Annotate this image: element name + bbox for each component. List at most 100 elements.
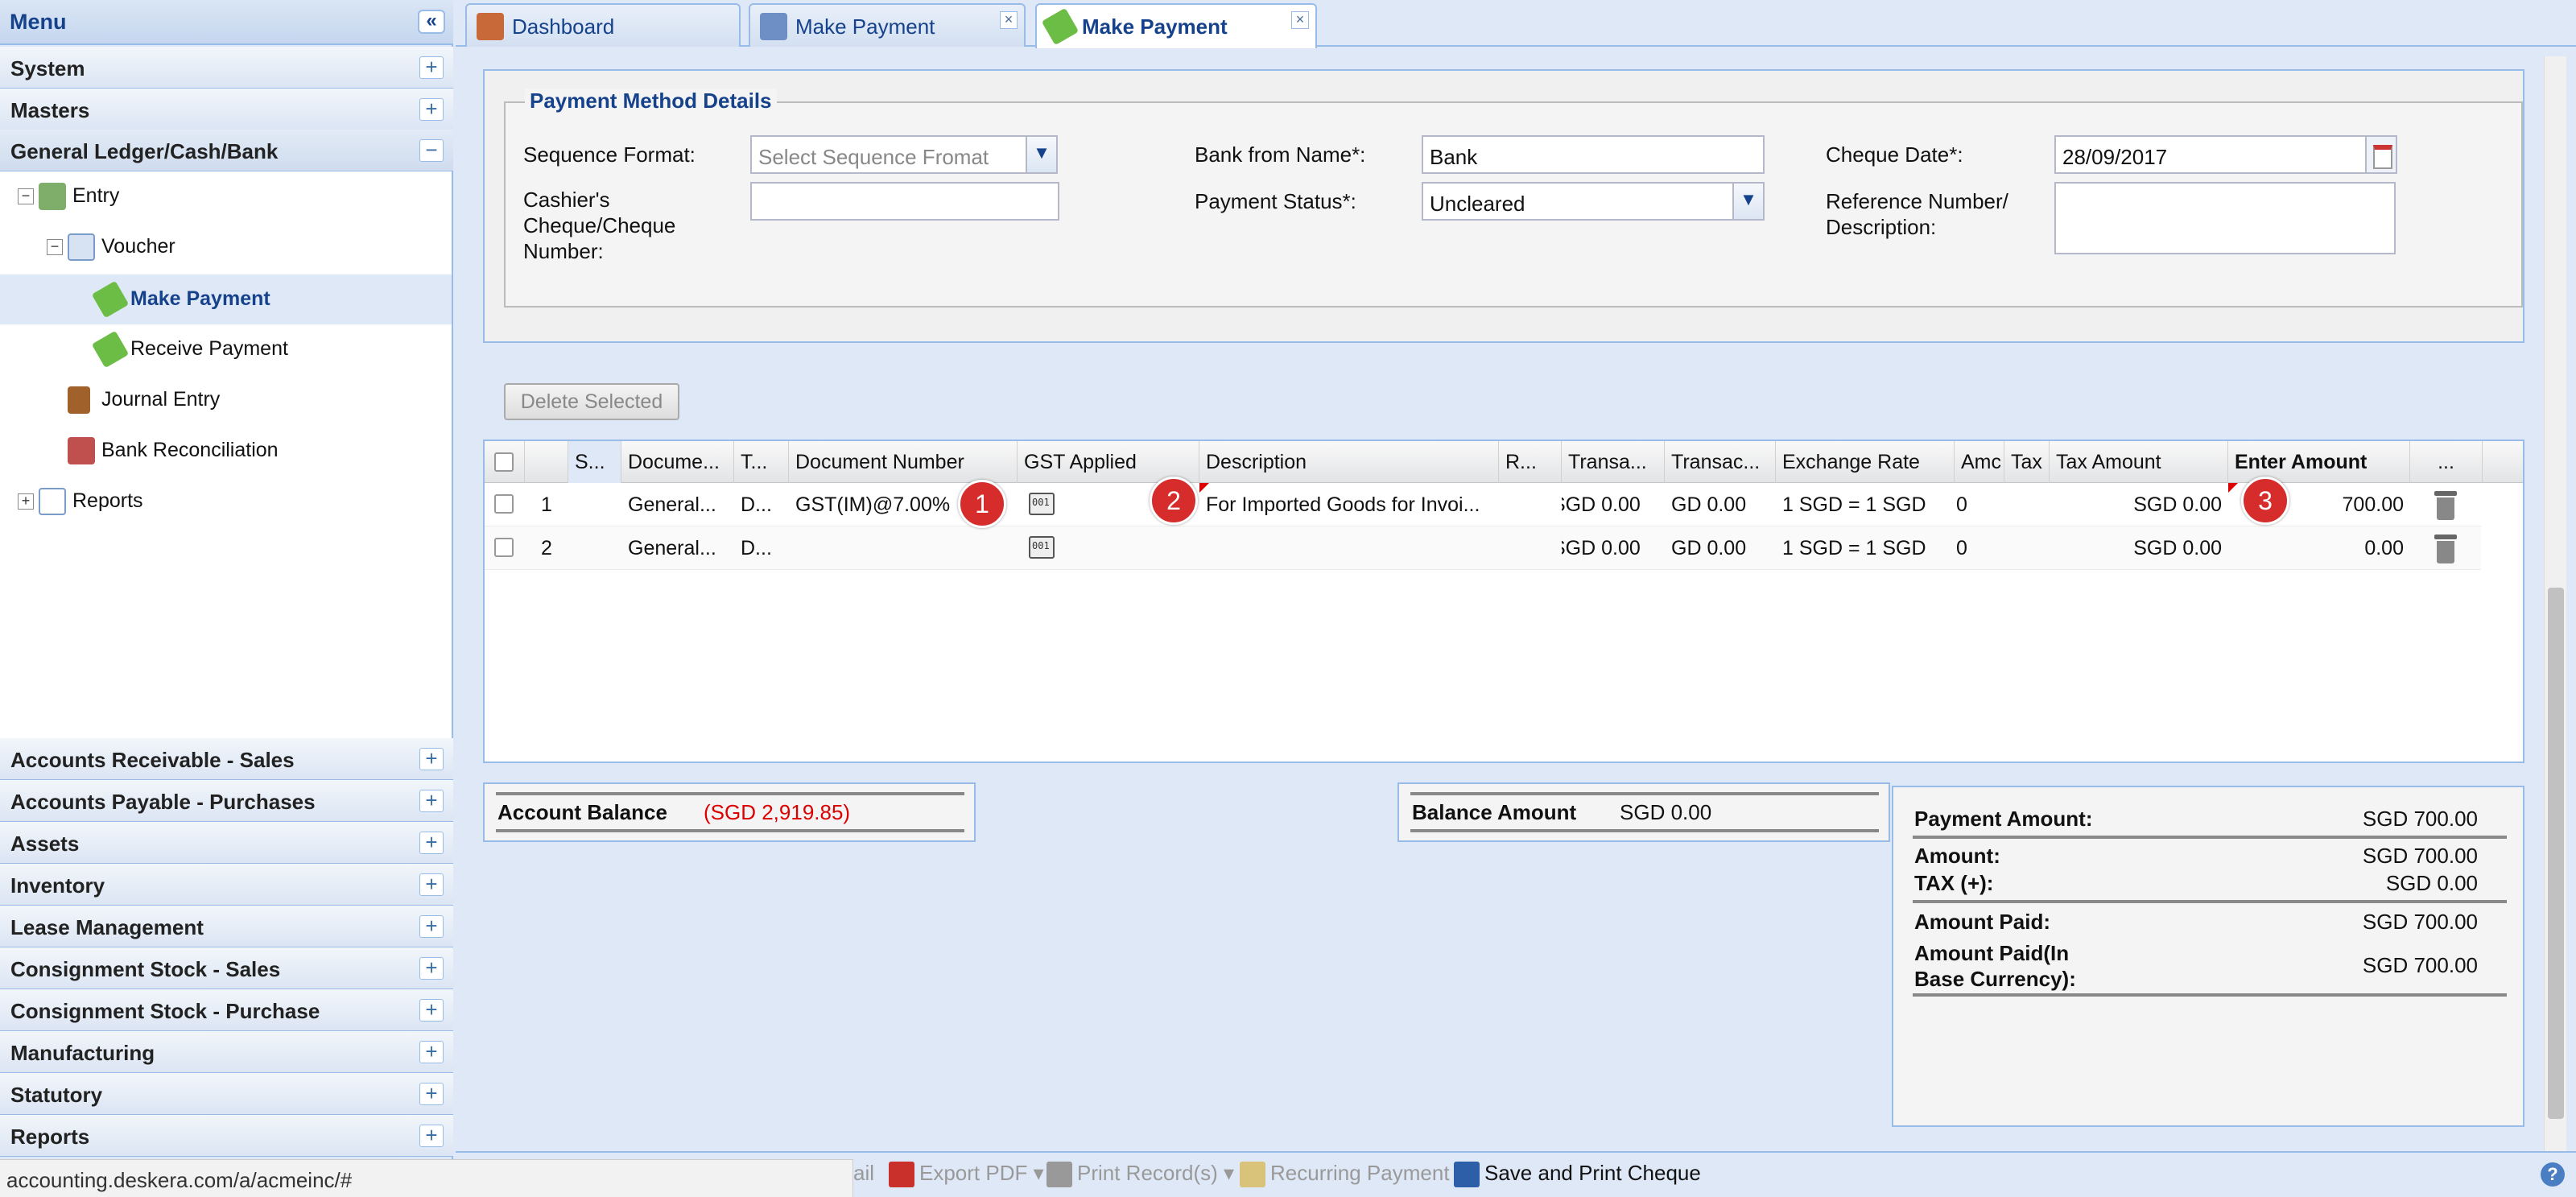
tab-make-payment-2[interactable]: Make Payment × <box>1035 3 1317 48</box>
gst-applied-icon[interactable] <box>1029 493 1055 515</box>
header-cell[interactable]: Exchange Rate <box>1776 441 1955 483</box>
cheque-date-input[interactable]: 28/09/2017 <box>2054 135 2367 174</box>
tree-node-journal-entry[interactable]: Journal Entry <box>0 375 452 425</box>
chevron-down-icon[interactable]: ▼ <box>1732 182 1765 221</box>
delete-row-icon[interactable] <box>2434 491 2457 520</box>
tree-expand-icon[interactable]: + <box>18 493 34 510</box>
exchange-rate-cell[interactable]: 1 SGD = 1 SGD <box>1776 483 1955 526</box>
transaction-currency-cell[interactable]: GD 0.00 <box>1665 483 1776 526</box>
export-pdf-button[interactable]: Export PDF ▾ <box>889 1161 1044 1188</box>
collapse-menu-icon[interactable]: « <box>418 10 445 34</box>
type-cell[interactable]: D... <box>734 483 789 526</box>
doc-number-cell[interactable]: GST(IM)@7.00% <box>789 483 950 526</box>
expand-icon[interactable]: + <box>419 915 444 938</box>
menu-section-consignment-purchase[interactable]: Consignment Stock - Purchase + <box>0 989 453 1031</box>
expand-icon[interactable]: + <box>419 1083 444 1105</box>
doc-type-cell[interactable]: General... <box>621 526 734 570</box>
sequence-format-select[interactable]: Select Sequence Fromat <box>750 135 1029 174</box>
exchange-rate-cell[interactable]: 1 SGD = 1 SGD <box>1776 526 1955 570</box>
recurring-payment-button[interactable]: Recurring Payment <box>1240 1161 1450 1188</box>
main-scrollbar[interactable] <box>2544 56 2566 1151</box>
calendar-icon[interactable] <box>2365 135 2397 174</box>
chevron-down-icon[interactable]: ▼ <box>1026 135 1058 174</box>
menu-section-inventory[interactable]: Inventory + <box>0 864 453 906</box>
menu-section-accounts-receivable[interactable]: Accounts Receivable - Sales + <box>0 738 453 780</box>
doc-type-cell[interactable]: General... <box>621 483 734 526</box>
menu-section-system[interactable]: System + <box>0 47 453 89</box>
cheque-number-input[interactable] <box>750 182 1059 221</box>
gst-applied-icon[interactable] <box>1029 536 1055 559</box>
expand-icon[interactable]: + <box>419 748 444 770</box>
tree-node-entry[interactable]: − Entry <box>0 171 452 221</box>
tab-dashboard[interactable]: Dashboard <box>465 3 741 47</box>
header-cell[interactable]: ... <box>2410 441 2483 483</box>
tab-make-payment-1[interactable]: Make Payment × <box>749 3 1026 47</box>
help-icon[interactable]: ? <box>2541 1162 2565 1187</box>
delete-selected-button[interactable]: Delete Selected <box>504 383 679 420</box>
bank-from-name-input[interactable]: Bank <box>1422 135 1765 174</box>
reference-textarea[interactable] <box>2054 182 2396 254</box>
header-cell[interactable]: Transac... <box>1665 441 1776 483</box>
enter-amount-cell[interactable]: 0.00 <box>2228 526 2410 570</box>
transaction-amount-cell[interactable]: SGD 0.00 <box>1562 483 1665 526</box>
header-cell[interactable]: Document Number <box>789 441 1018 483</box>
transaction-amount-cell[interactable]: SGD 0.00 <box>1562 526 1665 570</box>
row-checkbox[interactable] <box>494 494 514 514</box>
menu-section-masters[interactable]: Masters + <box>0 89 453 130</box>
payment-status-select[interactable]: Uncleared <box>1422 182 1734 221</box>
tree-collapse-icon[interactable]: − <box>18 188 34 204</box>
menu-section-reports[interactable]: Reports + <box>0 1115 453 1157</box>
menu-section-manufacturing[interactable]: Manufacturing + <box>0 1031 453 1073</box>
transaction-currency-cell[interactable]: GD 0.00 <box>1665 526 1776 570</box>
tree-collapse-icon[interactable]: − <box>47 239 63 255</box>
tree-node-make-payment[interactable]: Make Payment <box>0 274 452 324</box>
email-button[interactable]: ail <box>853 1161 874 1186</box>
header-cell[interactable]: Description <box>1199 441 1499 483</box>
tree-node-bank-reconciliation[interactable]: Bank Reconciliation <box>0 426 452 476</box>
amount-cell[interactable]: 0 <box>1955 526 2004 570</box>
tree-node-receive-payment[interactable]: Receive Payment <box>0 324 452 374</box>
doc-number-cell[interactable] <box>789 526 1018 570</box>
description-cell[interactable] <box>1199 526 1499 570</box>
header-cell[interactable]: R... <box>1499 441 1562 483</box>
header-cell[interactable]: Transa... <box>1562 441 1665 483</box>
table-row[interactable]: 2 General... D... SGD 0.00 GD 0.00 1 SGD… <box>485 526 2481 570</box>
tax-amount-cell[interactable]: SGD 0.00 <box>2050 483 2228 526</box>
expand-icon[interactable]: + <box>419 56 444 79</box>
expand-icon[interactable]: + <box>419 98 444 121</box>
menu-section-statutory[interactable]: Statutory + <box>0 1073 453 1115</box>
header-cell[interactable]: Tax Amount <box>2050 441 2228 483</box>
table-row[interactable]: 1 General... D... GST(IM)@7.00% For Impo… <box>485 483 2481 526</box>
header-cell[interactable]: Tax <box>2004 441 2050 483</box>
header-cell[interactable]: Docume... <box>621 441 734 483</box>
delete-row-icon[interactable] <box>2434 535 2457 563</box>
tax-amount-cell[interactable]: SGD 0.00 <box>2050 526 2228 570</box>
description-cell[interactable]: For Imported Goods for Invoi... <box>1199 483 1499 526</box>
scrollbar-thumb[interactable] <box>2548 588 2564 1119</box>
expand-icon[interactable]: + <box>419 790 444 812</box>
print-records-button[interactable]: Print Record(s) ▾ <box>1046 1161 1234 1188</box>
menu-section-consignment-sales[interactable]: Consignment Stock - Sales + <box>0 947 453 989</box>
header-cell[interactable]: T... <box>734 441 789 483</box>
save-print-cheque-button[interactable]: Save and Print Cheque <box>1454 1161 1701 1188</box>
menu-section-accounts-payable[interactable]: Accounts Payable - Purchases + <box>0 780 453 822</box>
header-cell[interactable]: Enter Amount <box>2228 441 2410 483</box>
menu-section-assets[interactable]: Assets + <box>0 822 453 864</box>
expand-icon[interactable]: + <box>419 957 444 980</box>
expand-icon[interactable]: + <box>419 832 444 854</box>
expand-icon[interactable]: + <box>419 873 444 896</box>
tree-node-reports[interactable]: + Reports <box>0 477 452 526</box>
type-cell[interactable]: D... <box>734 526 789 570</box>
menu-section-general-ledger[interactable]: General Ledger/Cash/Bank − <box>0 130 453 171</box>
select-all-checkbox[interactable] <box>494 452 514 472</box>
expand-icon[interactable]: + <box>419 999 444 1022</box>
expand-icon[interactable]: + <box>419 1125 444 1147</box>
menu-section-lease-management[interactable]: Lease Management + <box>0 906 453 947</box>
close-tab-icon[interactable]: × <box>1000 11 1018 29</box>
select-all-header[interactable] <box>485 441 525 483</box>
expand-icon[interactable]: + <box>419 1041 444 1063</box>
amount-cell[interactable]: 0 <box>1955 483 2004 526</box>
tree-node-voucher[interactable]: − Voucher <box>0 222 452 272</box>
collapse-icon[interactable]: − <box>419 139 444 162</box>
close-tab-icon[interactable]: × <box>1291 11 1309 29</box>
